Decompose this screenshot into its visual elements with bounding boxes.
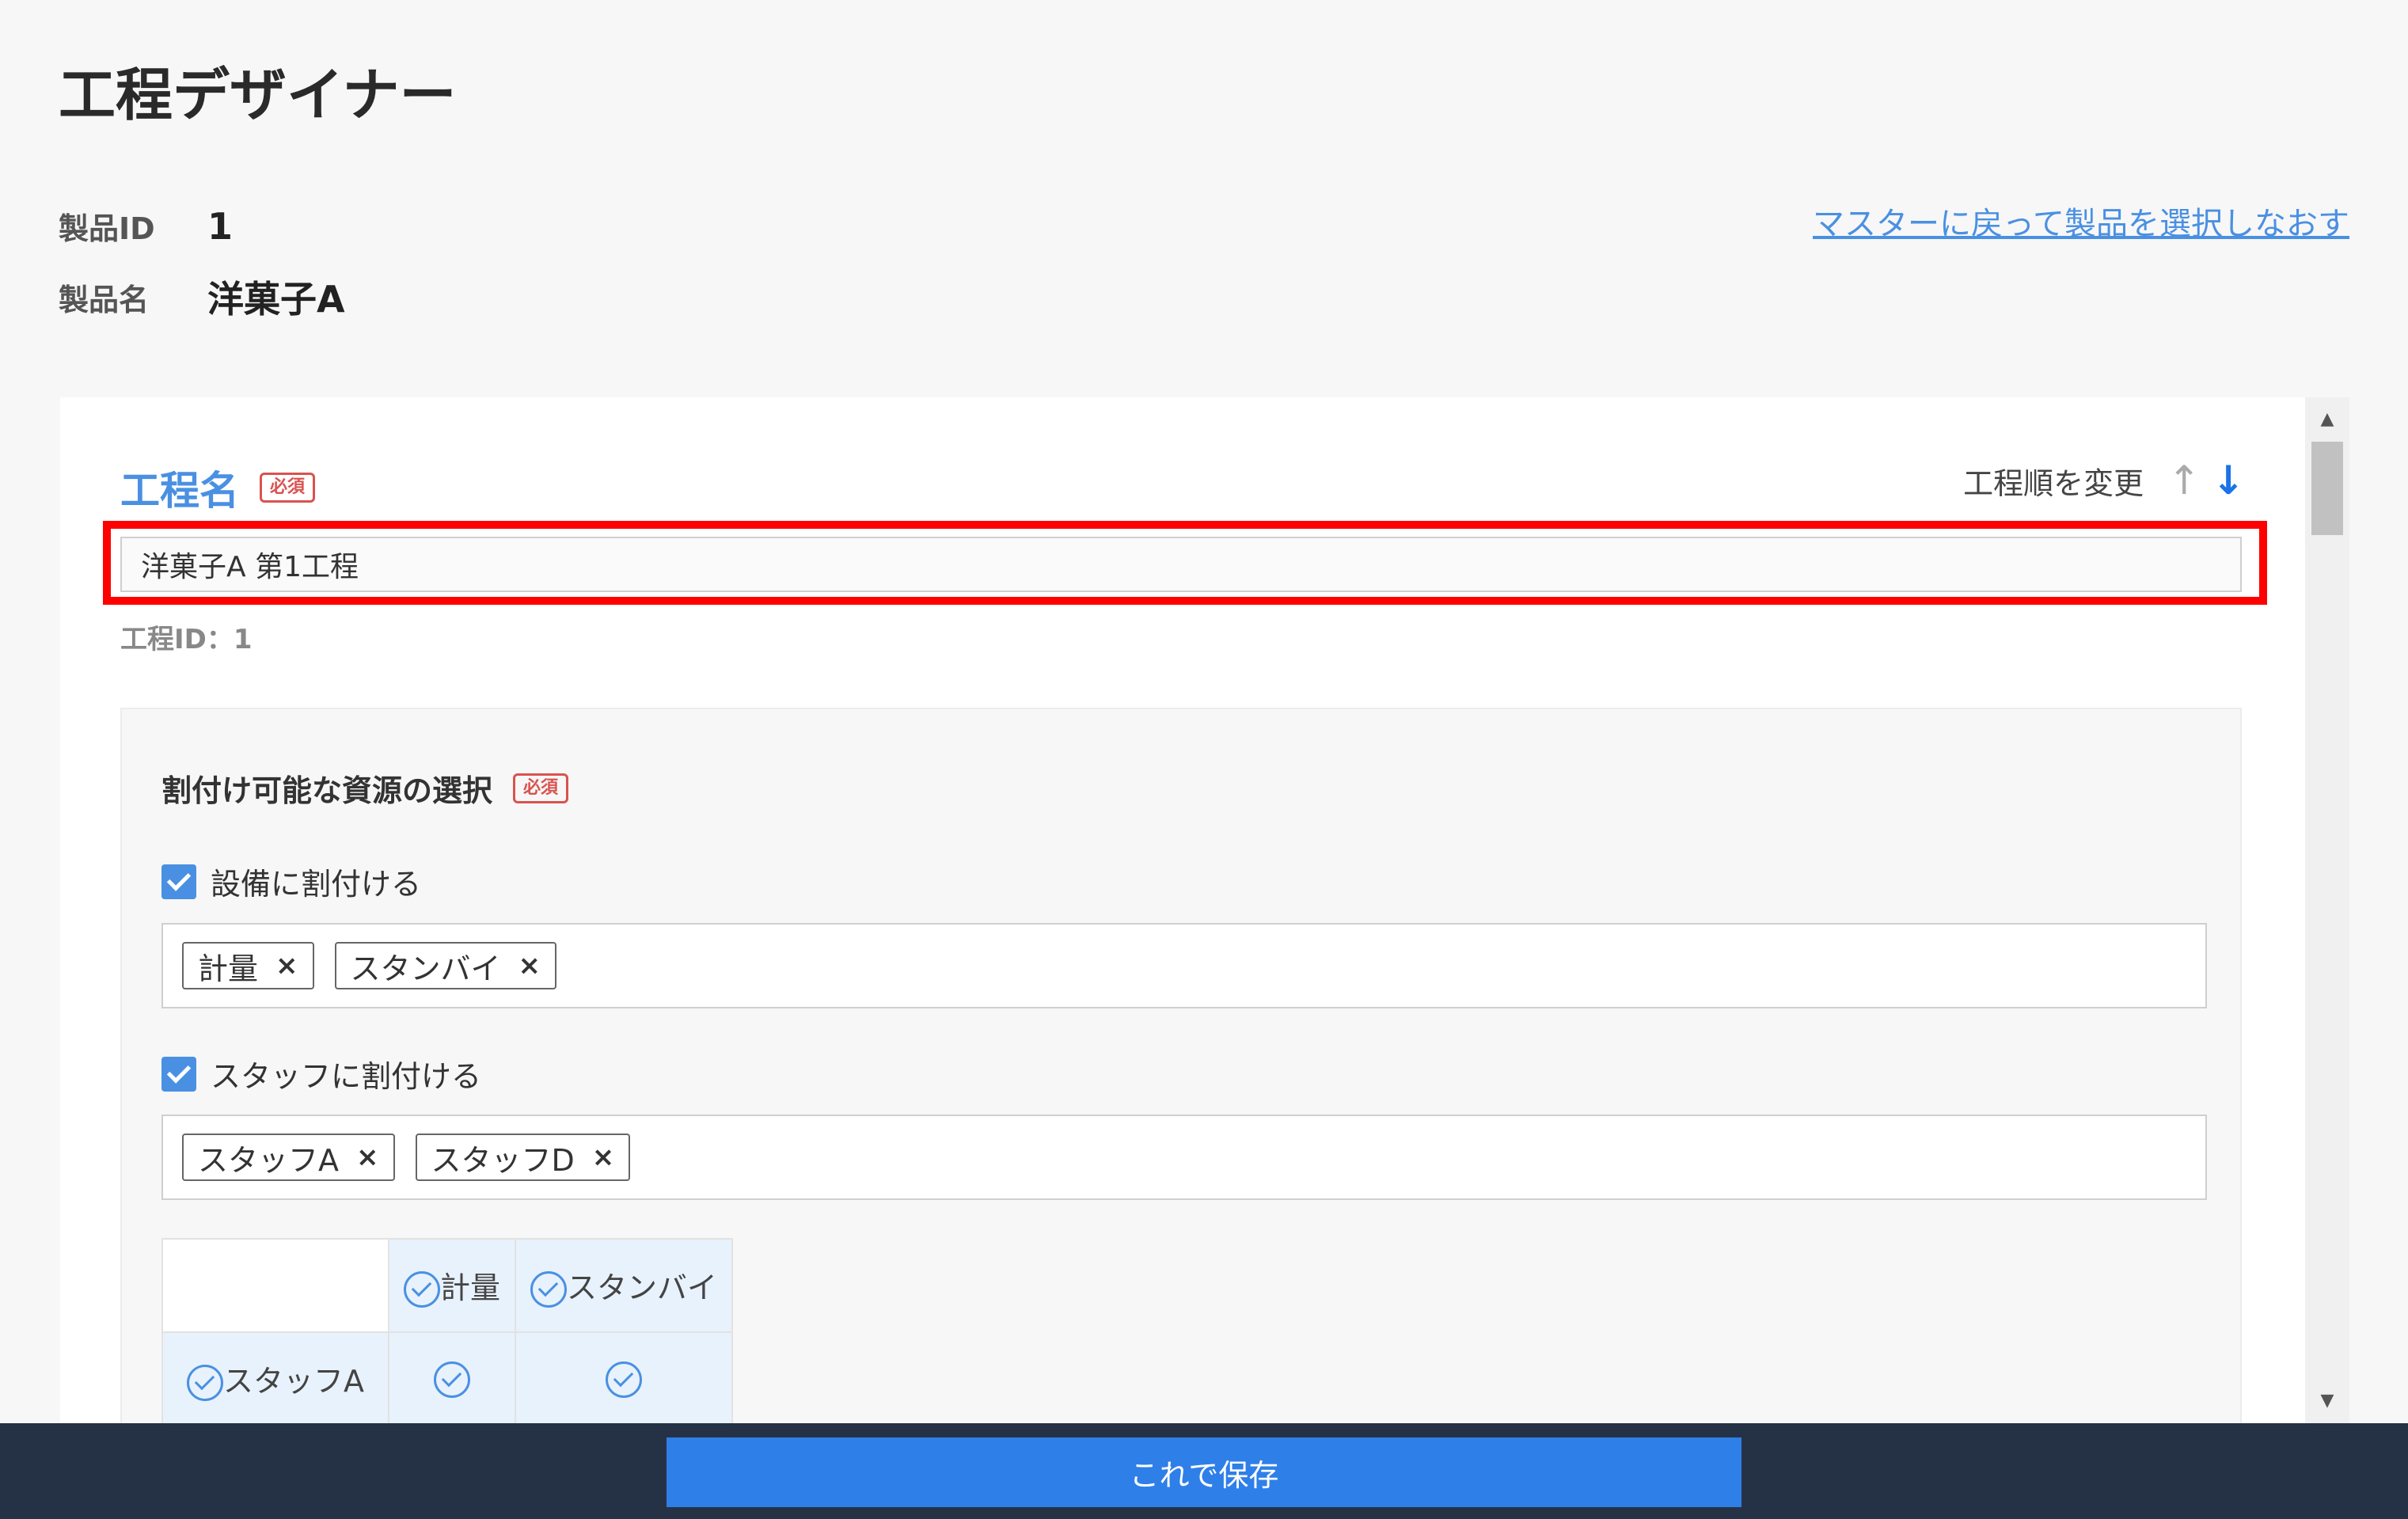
product-name-row: 製品名 洋菓子A xyxy=(59,271,345,323)
matrix-row-label: スタッフA xyxy=(223,1363,364,1399)
reorder-label: 工程順を変更 xyxy=(1963,465,2144,501)
matrix-row-header[interactable]: スタッフA xyxy=(161,1331,389,1423)
vertical-scrollbar[interactable]: ▲ ▼ xyxy=(2305,397,2349,1423)
tag-chip: スタッフD × xyxy=(415,1134,631,1181)
footer-bar: これで保存 xyxy=(0,1423,2408,1519)
save-button[interactable]: これで保存 xyxy=(667,1437,1741,1507)
staff-checkbox[interactable] xyxy=(161,1056,196,1092)
close-icon[interactable]: × xyxy=(518,950,541,982)
page-title: 工程デザイナー xyxy=(59,62,457,128)
check-circle-icon[interactable] xyxy=(606,1361,643,1398)
tag-chip: スタンバイ × xyxy=(334,942,557,989)
product-id-value: 1 xyxy=(207,204,234,248)
tag-chip: 計量 × xyxy=(182,942,314,989)
process-id-text: 工程ID：1 xyxy=(120,624,253,655)
resource-section-title: 割付け可能な資源の選択 xyxy=(161,773,493,808)
scroll-thumb[interactable] xyxy=(2311,442,2343,535)
process-name-heading: 工程名 必須 xyxy=(120,459,316,516)
arrow-down-icon[interactable]: ↓ xyxy=(2212,458,2245,503)
highlight-annotation xyxy=(103,521,2267,605)
matrix-corner xyxy=(161,1238,389,1333)
resource-section-heading: 割付け可能な資源の選択 必須 xyxy=(161,766,569,810)
assignment-matrix: 計量 スタンバイ スタッフA xyxy=(161,1238,734,1423)
close-icon[interactable]: × xyxy=(592,1141,615,1173)
staff-checkbox-row[interactable]: スタッフに割付ける xyxy=(161,1052,481,1096)
product-id-label: 製品ID xyxy=(59,211,155,246)
required-badge: 必須 xyxy=(260,473,316,503)
check-circle-icon[interactable] xyxy=(434,1361,470,1398)
matrix-column-header[interactable]: 計量 xyxy=(387,1238,517,1333)
tag-label: 計量 xyxy=(198,951,259,986)
check-circle-icon[interactable] xyxy=(404,1271,440,1308)
tag-label: スタンバイ xyxy=(350,951,501,986)
matrix-column-label: 計量 xyxy=(440,1270,501,1305)
equipment-checkbox-row[interactable]: 設備に割付ける xyxy=(161,860,421,903)
process-reorder: 工程順を変更 ↑ ↓ xyxy=(1963,458,2245,503)
matrix-column-header[interactable]: スタンバイ xyxy=(515,1238,734,1333)
scroll-down-arrow-icon[interactable]: ▼ xyxy=(2305,1385,2349,1417)
product-id-row: 製品ID 1 xyxy=(59,204,233,248)
check-circle-icon[interactable] xyxy=(530,1271,568,1308)
back-to-master-link[interactable]: マスターに戻って製品を選択しなおす xyxy=(1813,198,2349,244)
close-icon[interactable]: × xyxy=(356,1141,379,1173)
process-editor-panel: 工程名 必須 工程順を変更 ↑ ↓ 工程ID：1 割付け可能な資源の選択 必須 … xyxy=(60,397,2305,1423)
tag-chip: スタッフA × xyxy=(182,1134,395,1181)
matrix-column-label: スタンバイ xyxy=(567,1270,718,1305)
equipment-checkbox-label: 設備に割付ける xyxy=(211,867,422,902)
staff-checkbox-label: スタッフに割付ける xyxy=(211,1059,482,1094)
product-name-label: 製品名 xyxy=(59,282,150,317)
product-name-value: 洋菓子A xyxy=(207,278,345,321)
matrix-cell[interactable] xyxy=(387,1331,517,1423)
arrow-up-icon[interactable]: ↑ xyxy=(2167,458,2201,503)
equipment-checkbox[interactable] xyxy=(161,864,196,899)
staff-tag-input[interactable]: スタッフA × スタッフD × xyxy=(161,1115,2207,1200)
check-circle-icon[interactable] xyxy=(187,1365,223,1402)
tag-label: スタッフA xyxy=(198,1142,339,1178)
tag-label: スタッフD xyxy=(431,1142,575,1178)
close-icon[interactable]: × xyxy=(275,950,298,982)
equipment-tag-input[interactable]: 計量 × スタンバイ × xyxy=(161,923,2207,1008)
process-name-label: 工程名 xyxy=(120,468,239,514)
scroll-up-arrow-icon[interactable]: ▲ xyxy=(2305,404,2349,435)
required-badge: 必須 xyxy=(513,773,569,803)
matrix-cell[interactable] xyxy=(515,1331,734,1423)
